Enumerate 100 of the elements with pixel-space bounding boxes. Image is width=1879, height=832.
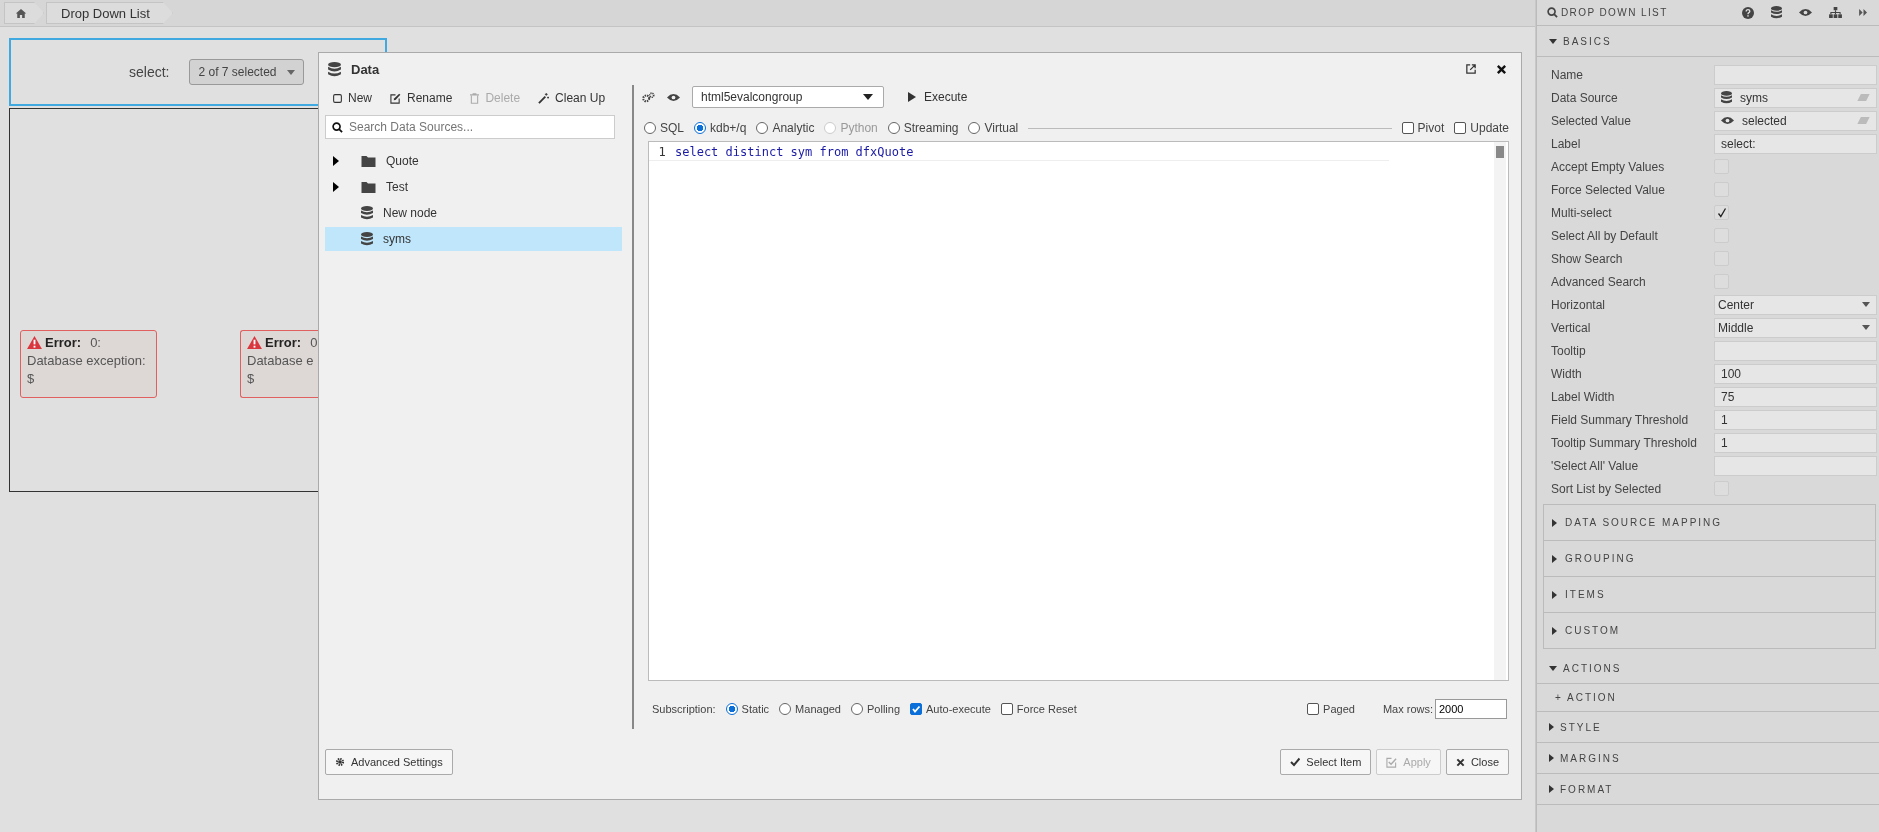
tree-item[interactable]: Quote [325, 149, 622, 174]
binding-field[interactable]: syms [1714, 87, 1877, 108]
add-action-button[interactable]: + ACTION [1537, 684, 1879, 712]
property-label: Name [1551, 67, 1584, 82]
subscription-radio[interactable]: Static [725, 703, 770, 716]
section-header[interactable]: BASICS [1537, 26, 1879, 57]
help-icon [1742, 6, 1754, 19]
tree-item[interactable]: syms [325, 227, 622, 252]
property-label: Field Summary Threshold [1551, 412, 1690, 427]
property-field[interactable]: 1 [1714, 409, 1877, 430]
caret-icon [1549, 38, 1557, 44]
search-icon [1547, 7, 1558, 18]
mode-radio[interactable]: SQL [644, 121, 684, 136]
mode-radio[interactable]: kdb+/q [694, 121, 747, 136]
mode-radio[interactable]: Virtual [968, 121, 1019, 136]
eye-icon [1721, 116, 1734, 125]
subscription-radio[interactable]: Polling [851, 703, 900, 716]
warning-icon [27, 336, 42, 349]
property-label: Sort List by Selected [1551, 481, 1663, 496]
property-field[interactable] [1714, 340, 1877, 361]
error-title: Error: [45, 335, 82, 350]
check-icon [1290, 757, 1301, 768]
subsection-header[interactable]: ITEMS [1544, 576, 1875, 612]
eye-icon [667, 92, 680, 102]
checkbox-icon [1386, 756, 1398, 768]
property-label: Tooltip [1551, 343, 1587, 358]
subscription-label: Subscription: [652, 703, 716, 716]
property-field[interactable]: 75 [1714, 386, 1877, 407]
eye-icon [1799, 8, 1812, 17]
caret-icon [1549, 754, 1554, 762]
property-label: 'Select All' Value [1551, 458, 1640, 473]
option-checkbox[interactable]: Update [1454, 121, 1509, 136]
error-message: Database e [247, 353, 312, 368]
close-icon [1496, 63, 1507, 75]
caret-icon [1862, 325, 1870, 330]
scrollbar[interactable] [1494, 142, 1506, 681]
property-field[interactable] [1714, 64, 1877, 85]
toolbar-button[interactable]: Rename [390, 91, 453, 106]
database-icon [1771, 6, 1782, 19]
home-button[interactable] [4, 2, 44, 24]
warning-icon [247, 336, 262, 349]
property-field[interactable] [1714, 455, 1877, 476]
option-checkbox[interactable]: Force Reset [1000, 703, 1077, 716]
option-checkbox[interactable]: Pivot [1401, 121, 1445, 136]
dialog-button[interactable]: Select Item [1280, 749, 1372, 776]
search-input[interactable]: Search Data Sources... [349, 116, 614, 139]
eraser-icon [1857, 94, 1870, 101]
error-code: 0 [310, 335, 318, 350]
property-field[interactable]: select: [1714, 133, 1877, 154]
popout-button[interactable] [1464, 62, 1478, 77]
expand-arrow-icon [333, 182, 339, 193]
search-icon [332, 121, 343, 133]
popout-icon [1466, 64, 1476, 75]
subsection-header[interactable]: CUSTOM [1544, 612, 1875, 648]
toolbar-button[interactable]: Clean Up [538, 91, 606, 106]
option-checkbox[interactable]: Auto-execute [910, 703, 991, 716]
caret-icon [1862, 302, 1870, 307]
dropdown-label: select: [129, 64, 170, 80]
subscription-radio[interactable]: Managed [779, 703, 841, 716]
subsection-header[interactable]: GROUPING [1544, 540, 1875, 576]
property-label: Label [1551, 136, 1582, 151]
connection-select[interactable]: html5evalcongroup [692, 86, 884, 109]
section-header[interactable]: FORMAT [1537, 774, 1879, 805]
dropdown-select[interactable]: 2 of 7 selected [189, 59, 304, 85]
folder-icon [361, 155, 376, 168]
dialog-title: Data [351, 61, 380, 77]
property-label: Tooltip Summary Threshold [1551, 435, 1698, 450]
execute-button[interactable]: Execute [902, 89, 974, 106]
play-icon [908, 92, 916, 103]
subsection-header[interactable]: DATA SOURCE MAPPING [1544, 504, 1875, 540]
wand-icon [538, 92, 550, 104]
section-header[interactable]: STYLE [1537, 712, 1879, 743]
property-field[interactable]: 100 [1714, 363, 1877, 384]
error-detail: $ [247, 371, 256, 386]
dialog-button[interactable]: Close [1445, 749, 1509, 776]
mode-radio[interactable]: Analytic [756, 121, 815, 136]
folder-icon [361, 181, 376, 194]
check-icon [1716, 207, 1727, 218]
tree-item[interactable]: Test [325, 175, 622, 200]
property-label: Horizontal [1551, 297, 1607, 312]
property-label: Label Width [1551, 389, 1616, 404]
binding-field[interactable]: selected [1714, 110, 1877, 131]
section-header[interactable]: ACTIONS [1537, 653, 1879, 684]
caret-icon [1552, 518, 1557, 527]
advanced-settings-button[interactable]: Advanced Settings [325, 749, 453, 776]
toolbar-button[interactable]: New [333, 91, 372, 106]
mode-radio[interactable]: Streaming [887, 121, 959, 136]
property-field[interactable]: 1 [1714, 432, 1877, 453]
property-select[interactable]: Center [1714, 294, 1877, 315]
tree-item[interactable]: New node [325, 201, 622, 226]
property-label: Vertical [1551, 320, 1592, 335]
section-header[interactable]: MARGINS [1537, 743, 1879, 774]
max-rows-field[interactable]: 2000 [1435, 699, 1507, 720]
search-field[interactable]: Search Data Sources... [325, 115, 615, 140]
property-checkbox[interactable] [1714, 205, 1729, 220]
breadcrumb-item[interactable]: Drop Down List [46, 2, 173, 24]
code-editor[interactable]: 1 select distinct sym from dfxQuote [648, 141, 1509, 682]
caret-icon [286, 69, 295, 75]
paged-checkbox[interactable]: Paged [1307, 703, 1355, 716]
property-select[interactable]: Middle [1714, 317, 1877, 338]
